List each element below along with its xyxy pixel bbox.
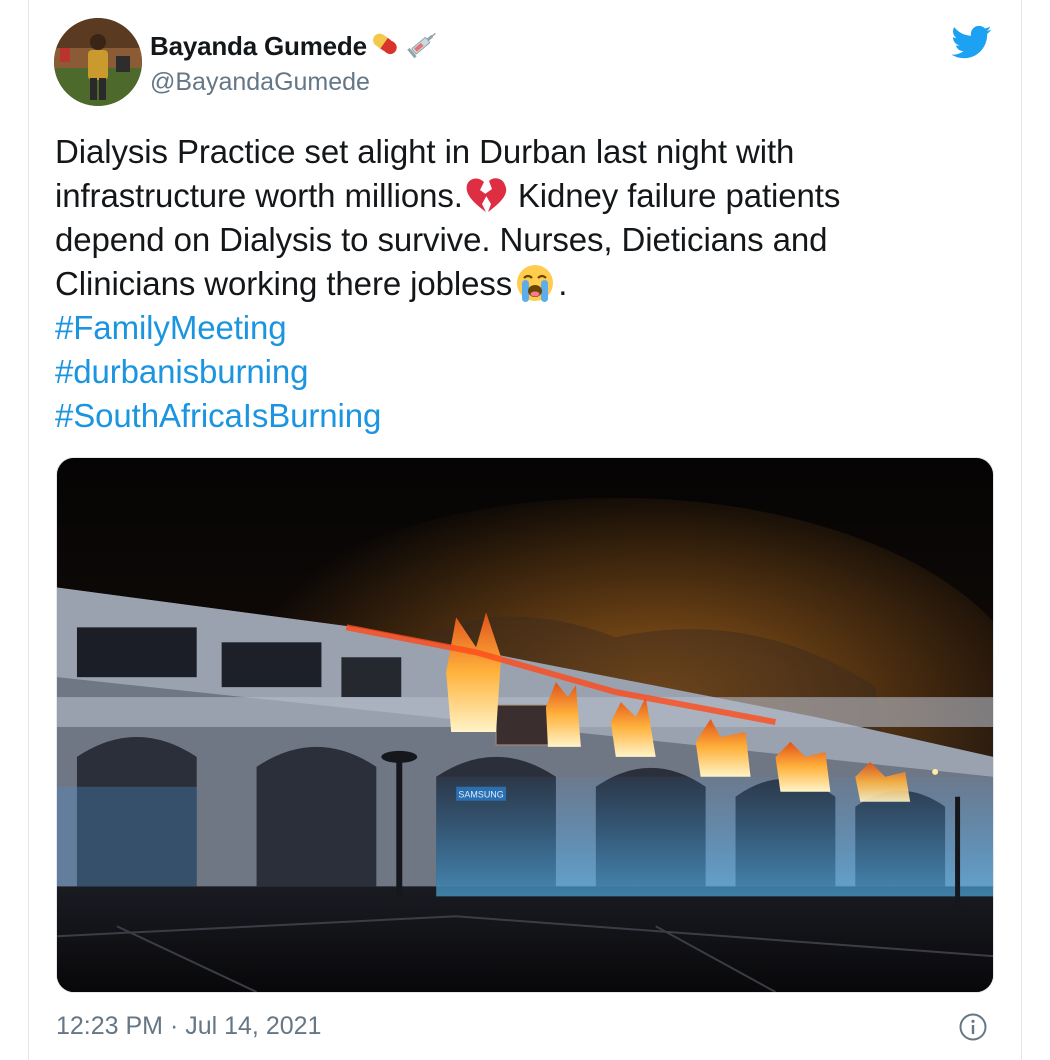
tweet-text-segment: Clinicians working there jobless — [55, 265, 513, 302]
media-sign-text: SAMSUNG — [458, 790, 503, 800]
tweet-line: depend on Dialysis to survive. Nurses, D… — [55, 221, 828, 258]
hashtag-link[interactable]: #SouthAfricaIsBurning — [55, 394, 955, 438]
tweet-text-segment: . — [558, 265, 568, 302]
author-name-row[interactable]: Bayanda Gumede — [150, 30, 439, 62]
loudly-crying-face-icon — [512, 263, 558, 303]
tweet-line: infrastructure worth millions. Kidney fa… — [55, 174, 955, 218]
tweet-line: Dialysis Practice set alight in Durban l… — [55, 133, 795, 170]
syringe-icon — [405, 29, 439, 64]
tweet-text-segment: infrastructure worth millions. — [55, 177, 463, 214]
tweet-timestamp[interactable]: 12:23 PM · Jul 14, 2021 — [56, 1012, 321, 1041]
hashtag-link[interactable]: #FamilyMeeting — [55, 306, 955, 350]
info-icon[interactable] — [958, 1012, 988, 1042]
avatar[interactable] — [54, 18, 142, 106]
author-display-name[interactable]: Bayanda Gumede — [150, 31, 367, 62]
tweet-text: Dialysis Practice set alight in Durban l… — [55, 130, 955, 438]
hashtag-link[interactable]: #durbanisburning — [55, 350, 955, 394]
twitter-bird-icon[interactable] — [950, 22, 994, 62]
tweet-text-segment: Kidney failure patients — [508, 177, 841, 214]
tweet-media-photo[interactable]: SAMSUNG — [56, 457, 994, 993]
pill-icon — [369, 29, 403, 64]
author-handle[interactable]: @BayandaGumede — [150, 68, 370, 97]
broken-heart-icon — [463, 175, 509, 215]
tweet-line: Clinicians working there jobless. — [55, 262, 955, 306]
